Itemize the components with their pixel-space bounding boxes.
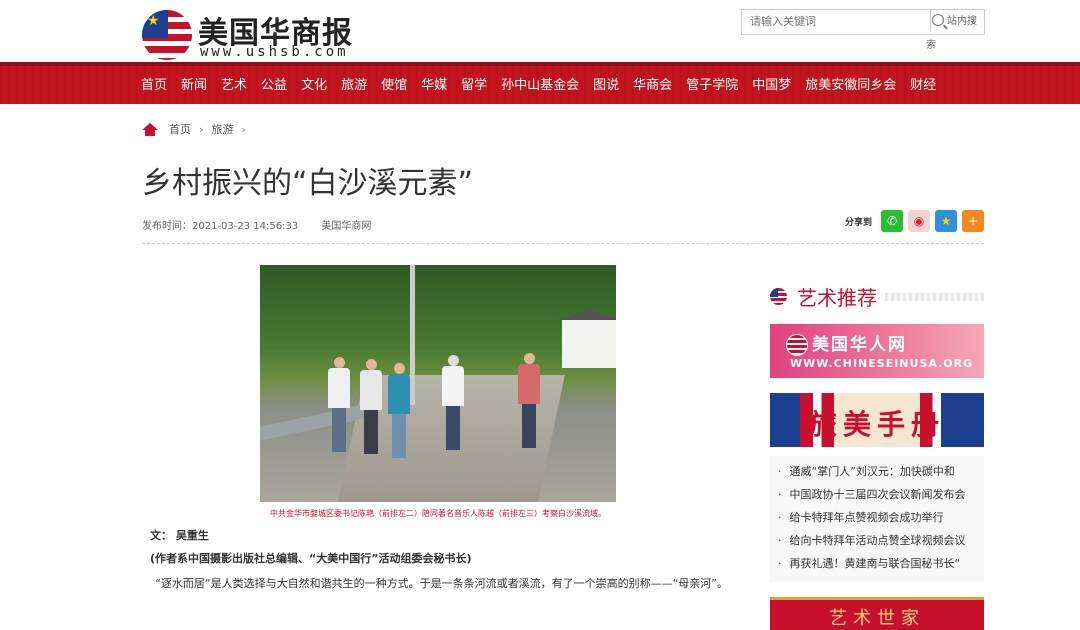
news-item[interactable]: 给卡特拜年点赞视频会成功举行 bbox=[778, 506, 984, 529]
logo-url: www.ushsb.com bbox=[200, 44, 349, 60]
breadcrumb-separator: › bbox=[241, 122, 246, 136]
nav-item-news[interactable]: 新闻 bbox=[181, 74, 207, 93]
nav-item-culture[interactable]: 文化 bbox=[301, 74, 327, 93]
share-label: 分享到 bbox=[845, 217, 873, 228]
ad-chineseinusa[interactable]: 美国华人网 WWW.CHINESEINUSA.ORG bbox=[770, 324, 984, 378]
qzone-icon[interactable]: ★ bbox=[935, 210, 958, 232]
ad-chineseinusa-url: WWW.CHINESEINUSA.ORG bbox=[790, 357, 974, 370]
news-item[interactable]: 中国政协十三届四次会议新闻发布会 bbox=[778, 483, 984, 506]
nav-item-finance[interactable]: 财经 bbox=[910, 74, 936, 93]
author-note: (作者系中国摄影出版社总编辑、“大美中国行”活动组委会秘书长) bbox=[150, 552, 472, 565]
article-photo bbox=[260, 265, 616, 502]
nav-item-china-dream[interactable]: 中国梦 bbox=[752, 74, 791, 93]
breadcrumb-section[interactable]: 旅游 bbox=[211, 121, 233, 137]
nav-item-sun-yat-sen-foundation[interactable]: 孙中山基金会 bbox=[501, 74, 579, 93]
ad-chineseinusa-title: 美国华人网 bbox=[812, 335, 907, 355]
article-author: 文： 吴重生 bbox=[150, 529, 209, 542]
ad-art-family-title: 艺术世家 bbox=[829, 608, 925, 629]
news-item[interactable]: 给向卡特拜年活动点赞全球视频会议 bbox=[778, 529, 984, 552]
flag-ball-icon bbox=[786, 334, 808, 356]
sidebar-heading-text: 艺术推荐 bbox=[797, 286, 877, 310]
breadcrumb-home[interactable]: 首页 bbox=[169, 121, 191, 137]
main-nav: 首页 新闻 艺术 公益 文化 旅游 使馆 华媒 留学 孙中山基金会 图说 华商会… bbox=[0, 62, 1080, 104]
search-box: 站内搜索 bbox=[741, 9, 985, 51]
article-source: 美国华商网 bbox=[321, 221, 372, 232]
breadcrumb-separator: › bbox=[199, 122, 204, 136]
nav-item-photo[interactable]: 图说 bbox=[593, 74, 619, 93]
article-title: 乡村振兴的“白沙溪元素” bbox=[142, 166, 474, 201]
sidebar-heading: 艺术推荐 bbox=[770, 282, 984, 311]
news-item[interactable]: 再获礼遇！黄建南与联合国秘书长“ bbox=[778, 552, 984, 575]
search-button[interactable]: 站内搜索 bbox=[926, 10, 984, 51]
search-icon bbox=[932, 14, 944, 26]
nav-item-charity[interactable]: 公益 bbox=[261, 74, 287, 93]
weibo-icon[interactable]: ◉ bbox=[908, 210, 931, 232]
home-icon[interactable] bbox=[142, 122, 158, 136]
nav-item-art[interactable]: 艺术 bbox=[221, 74, 247, 93]
nav-item-travel[interactable]: 旅游 bbox=[341, 74, 367, 93]
flag-ball-icon bbox=[770, 288, 787, 305]
photo-caption: 中共金华市婺城区委书记陈艳（前排左二）陪同著名音乐人陈越（前排左三）考察白沙溪流… bbox=[270, 509, 606, 518]
nav-item-anhui-association[interactable]: 旅美安徽同乡会 bbox=[805, 74, 896, 93]
search-input[interactable] bbox=[742, 10, 931, 32]
news-item[interactable]: 通威“掌门人”刘汉元：加快碳中和 bbox=[778, 460, 984, 483]
ad-art-family[interactable]: 艺术世家 bbox=[770, 597, 984, 630]
article-paragraph: “逐水而居”是人类选择与大自然和谐共生的一种方式。于是一条条河流或者溪流，有了一… bbox=[155, 577, 728, 590]
publish-time: 发布时间：2021-03-23 14:56:33 bbox=[142, 221, 299, 232]
nav-item-home[interactable]: 首页 bbox=[141, 74, 167, 93]
nav-item-chamber[interactable]: 华商会 bbox=[633, 74, 672, 93]
site-logo[interactable]: 美国华商报 www.ushsb.com bbox=[142, 8, 372, 60]
nav-item-embassy[interactable]: 使馆 bbox=[381, 74, 407, 93]
more-share-icon[interactable]: + bbox=[962, 210, 985, 232]
ad-travel-guide[interactable]: 旅美手册 bbox=[770, 393, 984, 447]
logo-flag-icon bbox=[142, 10, 192, 60]
nav-item-study-abroad[interactable]: 留学 bbox=[461, 74, 487, 93]
heading-decoration bbox=[885, 292, 984, 301]
nav-item-guanzi-academy[interactable]: 管子学院 bbox=[686, 74, 738, 93]
share-bar: 分享到 ✆ ◉ ★ + bbox=[845, 210, 985, 232]
breadcrumb: 首页 › 旅游 › bbox=[142, 121, 254, 137]
article-meta: 发布时间：2021-03-23 14:56:33 美国华商网 bbox=[142, 217, 391, 232]
wechat-icon[interactable]: ✆ bbox=[881, 210, 904, 232]
site-header: 美国华商报 www.ushsb.com 站内搜索 bbox=[0, 0, 1080, 62]
nav-item-chinese-media[interactable]: 华媒 bbox=[421, 74, 447, 93]
ad-travel-guide-title: 旅美手册 bbox=[808, 408, 945, 441]
sidebar-news-list: 通威“掌门人”刘汉元：加快碳中和 中国政协十三届四次会议新闻发布会 给卡特拜年点… bbox=[770, 456, 984, 582]
divider bbox=[142, 243, 984, 244]
